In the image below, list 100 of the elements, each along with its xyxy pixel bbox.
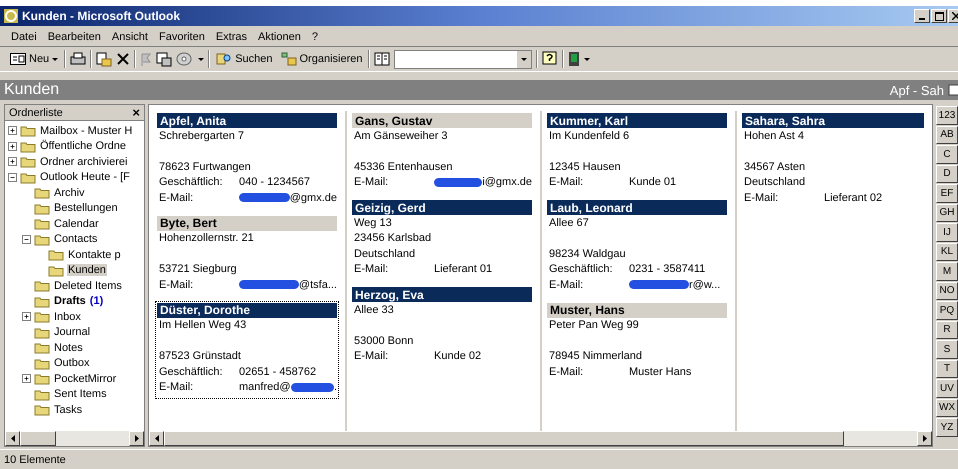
- horizontal-scrollbar[interactable]: [5, 431, 144, 446]
- expand-toggle[interactable]: [8, 126, 17, 136]
- index-button[interactable]: S: [936, 340, 958, 358]
- index-button[interactable]: 123: [936, 106, 958, 124]
- contact-name[interactable]: Sahara, Sahra: [742, 113, 924, 128]
- contact-name[interactable]: Geizig, Gerd: [352, 200, 532, 215]
- folder-title: Kunden: [4, 81, 60, 99]
- contact-card[interactable]: Sahara, Sahra Hohen Ast 4 34567 Asten Deutschland E-Mail: Lieferant 02: [740, 111, 926, 210]
- redaction-mark: [629, 280, 689, 290]
- folder-item[interactable]: Calendar: [53, 218, 100, 230]
- contact-card[interactable]: Apfel, Anita Schrebergarten 7 78623 Furtwangen Geschäftlich: 040 - 1234567 E-Mail: @gmx.de: [155, 111, 339, 210]
- index-button[interactable]: NO: [936, 282, 958, 300]
- menu-item[interactable]: Datei: [10, 31, 38, 43]
- address-book-icon[interactable]: [374, 52, 390, 66]
- move-folder-icon[interactable]: [96, 52, 112, 66]
- delete-icon[interactable]: [116, 52, 130, 66]
- contact-card[interactable]: Herzog, Eva Allee 33 53000 Bonn E-Mail: Kunde 02: [350, 285, 534, 368]
- organize-button[interactable]: Organisieren: [278, 49, 364, 69]
- folder-item[interactable]: Tasks: [53, 404, 84, 416]
- index-button[interactable]: IJ: [936, 223, 958, 242]
- index-button[interactable]: GH: [936, 204, 958, 222]
- horizontal-scrollbar[interactable]: [149, 431, 932, 446]
- index-button[interactable]: EF: [936, 184, 958, 202]
- address-card-icon[interactable]: [156, 52, 172, 66]
- contact-name[interactable]: Kummer, Karl: [547, 113, 727, 128]
- scroll-left-icon[interactable]: [154, 434, 160, 443]
- folder-item[interactable]: Ordner archivierei: [39, 156, 128, 168]
- dropdown-arrow-icon[interactable]: [584, 58, 590, 60]
- close-icon: [952, 12, 958, 20]
- dropdown-arrow-icon[interactable]: [521, 58, 528, 60]
- contact-card[interactable]: Düster, Dorothe Im Hellen Weg 43 87523 Grünstadt Geschäftlich: 02651 - 458762 E-Mail: manfred@ .: [155, 300, 339, 399]
- menu-item[interactable]: Favoriten: [158, 31, 206, 43]
- dropdown-arrow-icon[interactable]: [198, 58, 204, 60]
- print-icon[interactable]: [70, 52, 86, 66]
- contact-name[interactable]: Herzog, Eva: [352, 287, 532, 302]
- find-button[interactable]: Suchen: [214, 49, 274, 69]
- menu-item[interactable]: Extras: [214, 31, 248, 43]
- folder-item[interactable]: Inbox: [53, 310, 82, 323]
- scroll-right-icon[interactable]: [134, 434, 140, 443]
- address-line: Allee 67: [548, 216, 590, 230]
- folder-item[interactable]: Notes: [53, 342, 84, 354]
- index-button[interactable]: YZ: [936, 418, 958, 436]
- contact-name[interactable]: Byte, Bert: [157, 216, 337, 230]
- folder-item[interactable]: Kunden: [67, 264, 107, 276]
- index-button[interactable]: D: [936, 164, 958, 183]
- help-icon[interactable]: [542, 51, 558, 67]
- maximize-button[interactable]: [931, 9, 947, 23]
- expand-toggle[interactable]: [22, 374, 31, 384]
- index-button[interactable]: KL: [936, 242, 958, 261]
- scroll-right-icon[interactable]: [922, 434, 928, 443]
- folder-item[interactable]: PocketMirror: [53, 372, 118, 385]
- folder-item[interactable]: Journal: [53, 326, 92, 338]
- contact-name[interactable]: Muster, Hans: [547, 302, 727, 318]
- index-button[interactable]: AB: [936, 126, 958, 144]
- menu-item[interactable]: Bearbeiten: [46, 31, 102, 43]
- expand-toggle[interactable]: [8, 142, 17, 151]
- index-button[interactable]: WX: [936, 398, 958, 417]
- index-button[interactable]: R: [936, 320, 958, 339]
- folder-item[interactable]: Deleted Items: [53, 280, 123, 292]
- address-line: 12345 Hausen: [548, 160, 622, 174]
- contact-card[interactable]: Muster, Hans Peter Pan Weg 99 78945 Nimmerland E-Mail: Muster Hans: [545, 300, 729, 384]
- collapse-toggle[interactable]: [22, 234, 31, 244]
- address-line: Hohenzollernstr. 21: [158, 231, 255, 246]
- contact-name[interactable]: Apfel, Anita: [157, 113, 337, 128]
- contact-card[interactable]: Geizig, Gerd Weg 13 23456 Karlsbad Deutschland E-Mail: Lieferant 01: [350, 198, 534, 281]
- contact-card[interactable]: Byte, Bert Hohenzollernstr. 21 53721 Siegburg E-Mail: @tsfa...: [155, 214, 339, 296]
- folder-item[interactable]: Kontakte p: [67, 248, 122, 261]
- folder-item[interactable]: Mailbox - Muster H: [39, 124, 134, 137]
- contact-name[interactable]: Gans, Gustav: [352, 113, 532, 128]
- index-button[interactable]: PQ: [936, 301, 958, 320]
- index-button[interactable]: C: [936, 145, 958, 164]
- expand-toggle[interactable]: [22, 312, 31, 322]
- folder-item[interactable]: Drafts: [53, 295, 87, 308]
- handheld-device-icon[interactable]: [568, 51, 580, 67]
- menu-item[interactable]: ?: [310, 31, 319, 43]
- contact-card[interactable]: Kummer, Karl Im Kundenfeld 6 12345 Hausen E-Mail: Kunde 01: [545, 111, 729, 194]
- folder-item[interactable]: Sent Items: [53, 388, 108, 400]
- minimize-button[interactable]: [914, 9, 930, 23]
- collapse-toggle[interactable]: [8, 172, 17, 182]
- index-button[interactable]: UV: [936, 379, 958, 398]
- folder-item[interactable]: Contacts: [53, 233, 98, 246]
- contact-card[interactable]: Gans, Gustav Am Gänseweiher 3 45336 Entenhausen E-Mail: i@gmx.de: [350, 111, 534, 194]
- folder-item[interactable]: Outlook Heute - [F: [39, 171, 131, 184]
- contact-name[interactable]: Düster, Dorothe: [157, 302, 337, 318]
- folder-item[interactable]: Öffentliche Ordne: [39, 140, 128, 152]
- phone-icon[interactable]: [176, 52, 194, 66]
- folder-item[interactable]: Bestellungen: [53, 202, 119, 214]
- expand-toggle[interactable]: [8, 157, 17, 166]
- index-button[interactable]: T: [936, 360, 958, 378]
- address-combo-field[interactable]: [394, 50, 532, 68]
- contact-card[interactable]: Laub, Leonard Allee 67 98234 Waldgau Geschäftlich: 0231 - 3587411 E-Mail: r@w...: [545, 198, 729, 296]
- menu-item[interactable]: Aktionen: [257, 31, 302, 43]
- menu-item[interactable]: Ansicht: [110, 31, 149, 43]
- close-button[interactable]: ×: [132, 105, 140, 120]
- index-button[interactable]: M: [936, 262, 958, 280]
- new-button[interactable]: Neu: [8, 49, 60, 69]
- folder-item[interactable]: Archiv: [53, 186, 86, 199]
- contact-name[interactable]: Laub, Leonard: [547, 200, 727, 215]
- folder-item[interactable]: Outbox: [53, 357, 90, 370]
- scroll-left-icon[interactable]: [10, 434, 16, 443]
